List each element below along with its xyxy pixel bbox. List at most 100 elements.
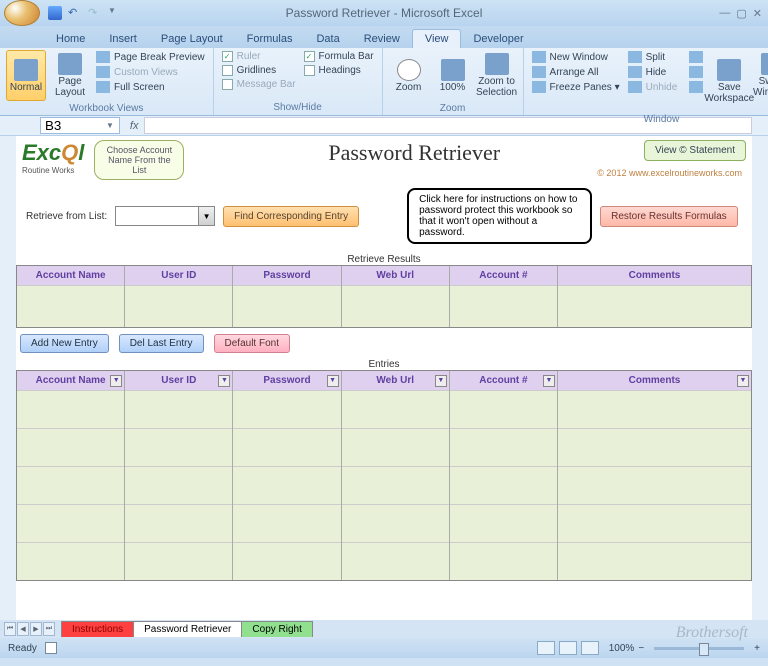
td[interactable] xyxy=(450,542,557,580)
del-entry-button[interactable]: Del Last Entry xyxy=(119,334,204,353)
td[interactable] xyxy=(17,285,124,327)
tab-home[interactable]: Home xyxy=(44,30,97,48)
td[interactable] xyxy=(558,428,751,466)
freeze-panes-button[interactable]: Freeze Panes ▾ xyxy=(530,80,622,94)
sync-scroll-button[interactable] xyxy=(687,65,705,79)
zoom-out-icon[interactable]: − xyxy=(638,643,644,654)
td[interactable] xyxy=(17,466,124,504)
filter-dropdown-icon[interactable]: ▼ xyxy=(327,375,339,387)
td[interactable] xyxy=(17,542,124,580)
maximize-icon[interactable]: ▢ xyxy=(736,7,746,20)
last-sheet-icon[interactable]: ⏭ xyxy=(43,622,55,636)
tab-view[interactable]: View xyxy=(412,29,462,48)
zoom-slider[interactable] xyxy=(654,647,744,650)
custom-views-button[interactable]: Custom Views xyxy=(94,65,207,79)
undo-icon[interactable]: ↶ xyxy=(68,6,82,20)
headings-checkbox[interactable]: Headings xyxy=(302,64,376,77)
full-screen-button[interactable]: Full Screen xyxy=(94,80,207,94)
zoom-in-icon[interactable]: + xyxy=(754,643,760,654)
restore-formulas-button[interactable]: Restore Results Formulas xyxy=(600,206,738,227)
side-by-side-button[interactable] xyxy=(687,50,705,64)
td[interactable] xyxy=(450,466,557,504)
next-sheet-icon[interactable]: ▶ xyxy=(30,622,42,636)
td[interactable] xyxy=(450,504,557,542)
td[interactable] xyxy=(342,390,449,428)
unhide-button[interactable]: Unhide xyxy=(626,80,680,94)
page-break-view-icon[interactable] xyxy=(581,641,599,655)
td[interactable] xyxy=(342,285,449,327)
td[interactable] xyxy=(125,542,232,580)
filter-dropdown-icon[interactable]: ▼ xyxy=(543,375,555,387)
zoom-100-button[interactable]: 100% xyxy=(433,50,473,101)
tab-review[interactable]: Review xyxy=(352,30,412,48)
redo-icon[interactable]: ↷ xyxy=(88,6,102,20)
minimize-icon[interactable]: — xyxy=(719,7,730,20)
save-workspace-button[interactable]: Save Workspace xyxy=(709,50,749,112)
ruler-checkbox[interactable]: ✓Ruler xyxy=(220,50,298,63)
td[interactable] xyxy=(233,285,340,327)
view-statement-button[interactable]: View © Statement xyxy=(644,140,746,161)
td[interactable] xyxy=(17,428,124,466)
td[interactable] xyxy=(450,390,557,428)
arrange-all-button[interactable]: Arrange All xyxy=(530,65,622,79)
office-button[interactable] xyxy=(4,0,40,26)
td[interactable] xyxy=(125,390,232,428)
sheet-tab-password-retriever[interactable]: Password Retriever xyxy=(133,621,242,637)
td[interactable] xyxy=(342,542,449,580)
close-icon[interactable]: ✕ xyxy=(753,7,762,20)
td[interactable] xyxy=(233,504,340,542)
tab-developer[interactable]: Developer xyxy=(461,30,535,48)
reset-pos-button[interactable] xyxy=(687,80,705,94)
td[interactable] xyxy=(558,542,751,580)
td[interactable] xyxy=(342,466,449,504)
chevron-down-icon[interactable]: ▼ xyxy=(198,207,214,225)
td[interactable] xyxy=(125,504,232,542)
td[interactable] xyxy=(450,428,557,466)
retrieve-combo[interactable]: ▼ xyxy=(115,206,215,226)
tab-formulas[interactable]: Formulas xyxy=(235,30,305,48)
td[interactable] xyxy=(125,466,232,504)
instructions-box[interactable]: Click here for instructions on how to pa… xyxy=(407,188,592,244)
td[interactable] xyxy=(342,428,449,466)
add-entry-button[interactable]: Add New Entry xyxy=(20,334,109,353)
page-layout-button[interactable]: Page Layout xyxy=(50,50,90,101)
tab-page-layout[interactable]: Page Layout xyxy=(149,30,235,48)
td[interactable] xyxy=(125,285,232,327)
td[interactable] xyxy=(17,504,124,542)
tab-insert[interactable]: Insert xyxy=(97,30,149,48)
td[interactable] xyxy=(558,390,751,428)
td[interactable] xyxy=(558,504,751,542)
td[interactable] xyxy=(558,466,751,504)
filter-dropdown-icon[interactable]: ▼ xyxy=(218,375,230,387)
normal-view-button[interactable]: Normal xyxy=(6,50,46,101)
filter-dropdown-icon[interactable]: ▼ xyxy=(435,375,447,387)
td[interactable] xyxy=(450,285,557,327)
td[interactable] xyxy=(558,285,751,327)
td[interactable] xyxy=(233,466,340,504)
find-entry-button[interactable]: Find Corresponding Entry xyxy=(223,206,359,227)
namebox-dropdown-icon[interactable]: ▼ xyxy=(106,121,114,130)
message-bar-checkbox[interactable]: Message Bar xyxy=(220,78,298,91)
filter-dropdown-icon[interactable]: ▼ xyxy=(737,375,749,387)
zoom-selection-button[interactable]: Zoom to Selection xyxy=(477,50,517,101)
new-window-button[interactable]: New Window xyxy=(530,50,622,64)
default-font-button[interactable]: Default Font xyxy=(214,334,290,353)
td[interactable] xyxy=(125,428,232,466)
td[interactable] xyxy=(342,504,449,542)
td[interactable] xyxy=(233,390,340,428)
sheet-tab-copy-right[interactable]: Copy Right xyxy=(241,621,312,637)
save-icon[interactable] xyxy=(48,6,62,20)
split-button[interactable]: Split xyxy=(626,50,680,64)
switch-windows-button[interactable]: Switch Windows ▾ xyxy=(753,50,768,112)
sheet-tab-instructions[interactable]: Instructions xyxy=(61,621,134,637)
td[interactable] xyxy=(233,542,340,580)
fx-icon[interactable]: fx xyxy=(130,120,139,132)
td[interactable] xyxy=(17,390,124,428)
gridlines-checkbox[interactable]: Gridlines xyxy=(220,64,298,77)
page-layout-view-icon[interactable] xyxy=(559,641,577,655)
formula-bar-checkbox[interactable]: ✓Formula Bar xyxy=(302,50,376,63)
page-break-preview-button[interactable]: Page Break Preview xyxy=(94,50,207,64)
first-sheet-icon[interactable]: ⏮ xyxy=(4,622,16,636)
td[interactable] xyxy=(233,428,340,466)
normal-view-icon[interactable] xyxy=(537,641,555,655)
